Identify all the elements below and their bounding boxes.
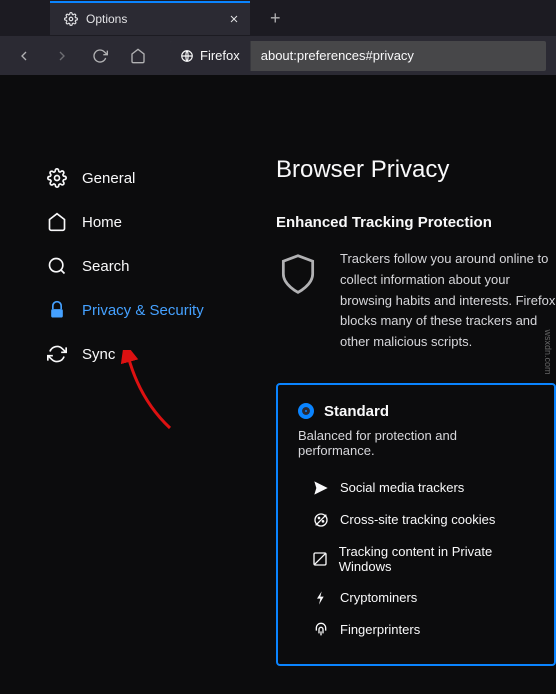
list-item: Social media trackers: [312, 472, 534, 504]
sync-icon: [46, 344, 68, 364]
cookie-icon: [312, 512, 330, 528]
standard-title: Standard: [324, 403, 389, 420]
sidebar-item-home[interactable]: Home: [40, 200, 240, 244]
tab-title: Options: [86, 12, 127, 26]
list-item: Tracking content in Private Windows: [312, 536, 534, 582]
radio-standard[interactable]: [298, 403, 314, 419]
tab-options[interactable]: Options: [50, 1, 250, 35]
gear-icon: [46, 168, 68, 188]
sidebar-item-label: Sync: [82, 346, 115, 363]
fingerprint-icon: [312, 622, 330, 638]
forward-button[interactable]: [48, 42, 76, 70]
sidebar-item-general[interactable]: General: [40, 156, 240, 200]
tracking-content-icon: [312, 551, 329, 567]
list-item: Fingerprinters: [312, 614, 534, 646]
list-item: Cryptominers: [312, 582, 534, 614]
shield-icon: [276, 249, 320, 353]
sidebar-item-label: Home: [82, 214, 122, 231]
close-icon[interactable]: [228, 13, 240, 25]
standard-header: Standard: [298, 403, 534, 420]
standard-caption: Balanced for protection and performance.: [298, 428, 534, 458]
cryptominer-icon: [312, 590, 330, 606]
back-button[interactable]: [10, 42, 38, 70]
sidebar-item-label: Search: [82, 258, 130, 275]
url-bar[interactable]: Firefox about:preferences#privacy: [170, 41, 546, 71]
lock-icon: [46, 300, 68, 320]
search-icon: [46, 256, 68, 276]
reload-button[interactable]: [86, 42, 114, 70]
nav-bar: Firefox about:preferences#privacy: [0, 36, 556, 76]
new-tab-button[interactable]: +: [262, 5, 289, 31]
home-button[interactable]: [124, 42, 152, 70]
list-item: Cross-site tracking cookies: [312, 504, 534, 536]
etp-intro: Trackers follow you around online to col…: [276, 249, 556, 353]
tab-strip: Options +: [0, 0, 556, 36]
section-title: Enhanced Tracking Protection: [276, 214, 556, 231]
sidebar-item-search[interactable]: Search: [40, 244, 240, 288]
sidebar-item-sync[interactable]: Sync: [40, 332, 240, 376]
etp-description: Trackers follow you around online to col…: [340, 249, 556, 353]
url-identity-label: Firefox: [200, 48, 240, 63]
etp-standard-box[interactable]: Standard Balanced for protection and per…: [276, 383, 556, 666]
sidebar-item-label: Privacy & Security: [82, 302, 204, 319]
sidebar-item-privacy[interactable]: Privacy & Security: [40, 288, 240, 332]
options-page: General Home Search Privacy & Security S…: [0, 76, 556, 694]
attribution: wsxdn.com: [543, 329, 553, 374]
gear-icon: [64, 12, 78, 26]
page-title: Browser Privacy: [276, 156, 556, 184]
social-icon: [312, 480, 330, 496]
firefox-icon: [180, 49, 194, 63]
url-text: about:preferences#privacy: [251, 48, 424, 63]
url-identity: Firefox: [170, 41, 251, 71]
home-icon: [46, 212, 68, 232]
tracker-list: Social media trackers Cross-site trackin…: [298, 472, 534, 646]
categories-sidebar: General Home Search Privacy & Security S…: [0, 156, 240, 694]
main-panel: Browser Privacy Enhanced Tracking Protec…: [240, 156, 556, 694]
sidebar-item-label: General: [82, 170, 135, 187]
